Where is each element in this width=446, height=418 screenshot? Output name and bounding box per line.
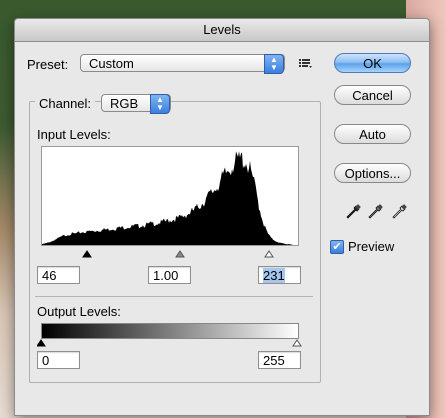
histogram-shape: [42, 151, 298, 245]
output-white-field[interactable]: 255: [258, 351, 301, 369]
black-point-slider[interactable]: [82, 250, 92, 258]
channel-label: Channel:: [35, 96, 96, 111]
cancel-button[interactable]: Cancel: [334, 85, 411, 105]
channel-value: RGB: [110, 96, 139, 111]
histogram-graph: [42, 151, 298, 245]
input-white-value: 231: [263, 268, 285, 283]
levels-dialog: Levels Preset: Custom ▲ ▼ Channel: RGB ▲ ▼…: [14, 18, 430, 416]
gamma-slider[interactable]: [175, 250, 185, 258]
output-slider-track[interactable]: [37, 336, 303, 348]
divider: [35, 296, 313, 297]
histogram: [41, 146, 299, 246]
white-eyedropper-icon[interactable]: [391, 204, 407, 220]
gray-eyedropper-icon[interactable]: [367, 204, 383, 220]
auto-button[interactable]: Auto: [334, 124, 411, 144]
options-button[interactable]: Options...: [334, 163, 411, 183]
preset-label: Preset:: [27, 57, 69, 72]
output-black-slider[interactable]: [37, 339, 46, 347]
input-slider-track[interactable]: [39, 247, 301, 259]
preview-checkbox[interactable]: ✔: [330, 240, 344, 254]
dialog-title: Levels: [15, 19, 429, 42]
list-menu-icon[interactable]: [297, 55, 313, 71]
output-black-field[interactable]: 0: [37, 351, 80, 369]
input-white-field[interactable]: 231: [258, 266, 301, 284]
preset-select[interactable]: Custom ▲ ▼: [80, 54, 285, 74]
select-arrows-icon: ▲ ▼: [150, 94, 170, 114]
output-white-slider[interactable]: [292, 339, 302, 347]
input-black-field[interactable]: 46: [37, 266, 80, 284]
input-levels-label: Input Levels:: [37, 127, 111, 142]
ok-button[interactable]: OK: [334, 53, 411, 73]
preset-value: Custom: [89, 56, 134, 71]
white-point-slider[interactable]: [264, 250, 274, 258]
black-eyedropper-icon[interactable]: [345, 204, 361, 220]
preview-label: Preview: [348, 239, 395, 254]
channel-select[interactable]: RGB ▲ ▼: [101, 94, 171, 114]
select-arrows-icon: ▲ ▼: [264, 54, 284, 74]
output-levels-label: Output Levels:: [37, 304, 121, 319]
input-gamma-field[interactable]: 1.00: [148, 266, 191, 284]
